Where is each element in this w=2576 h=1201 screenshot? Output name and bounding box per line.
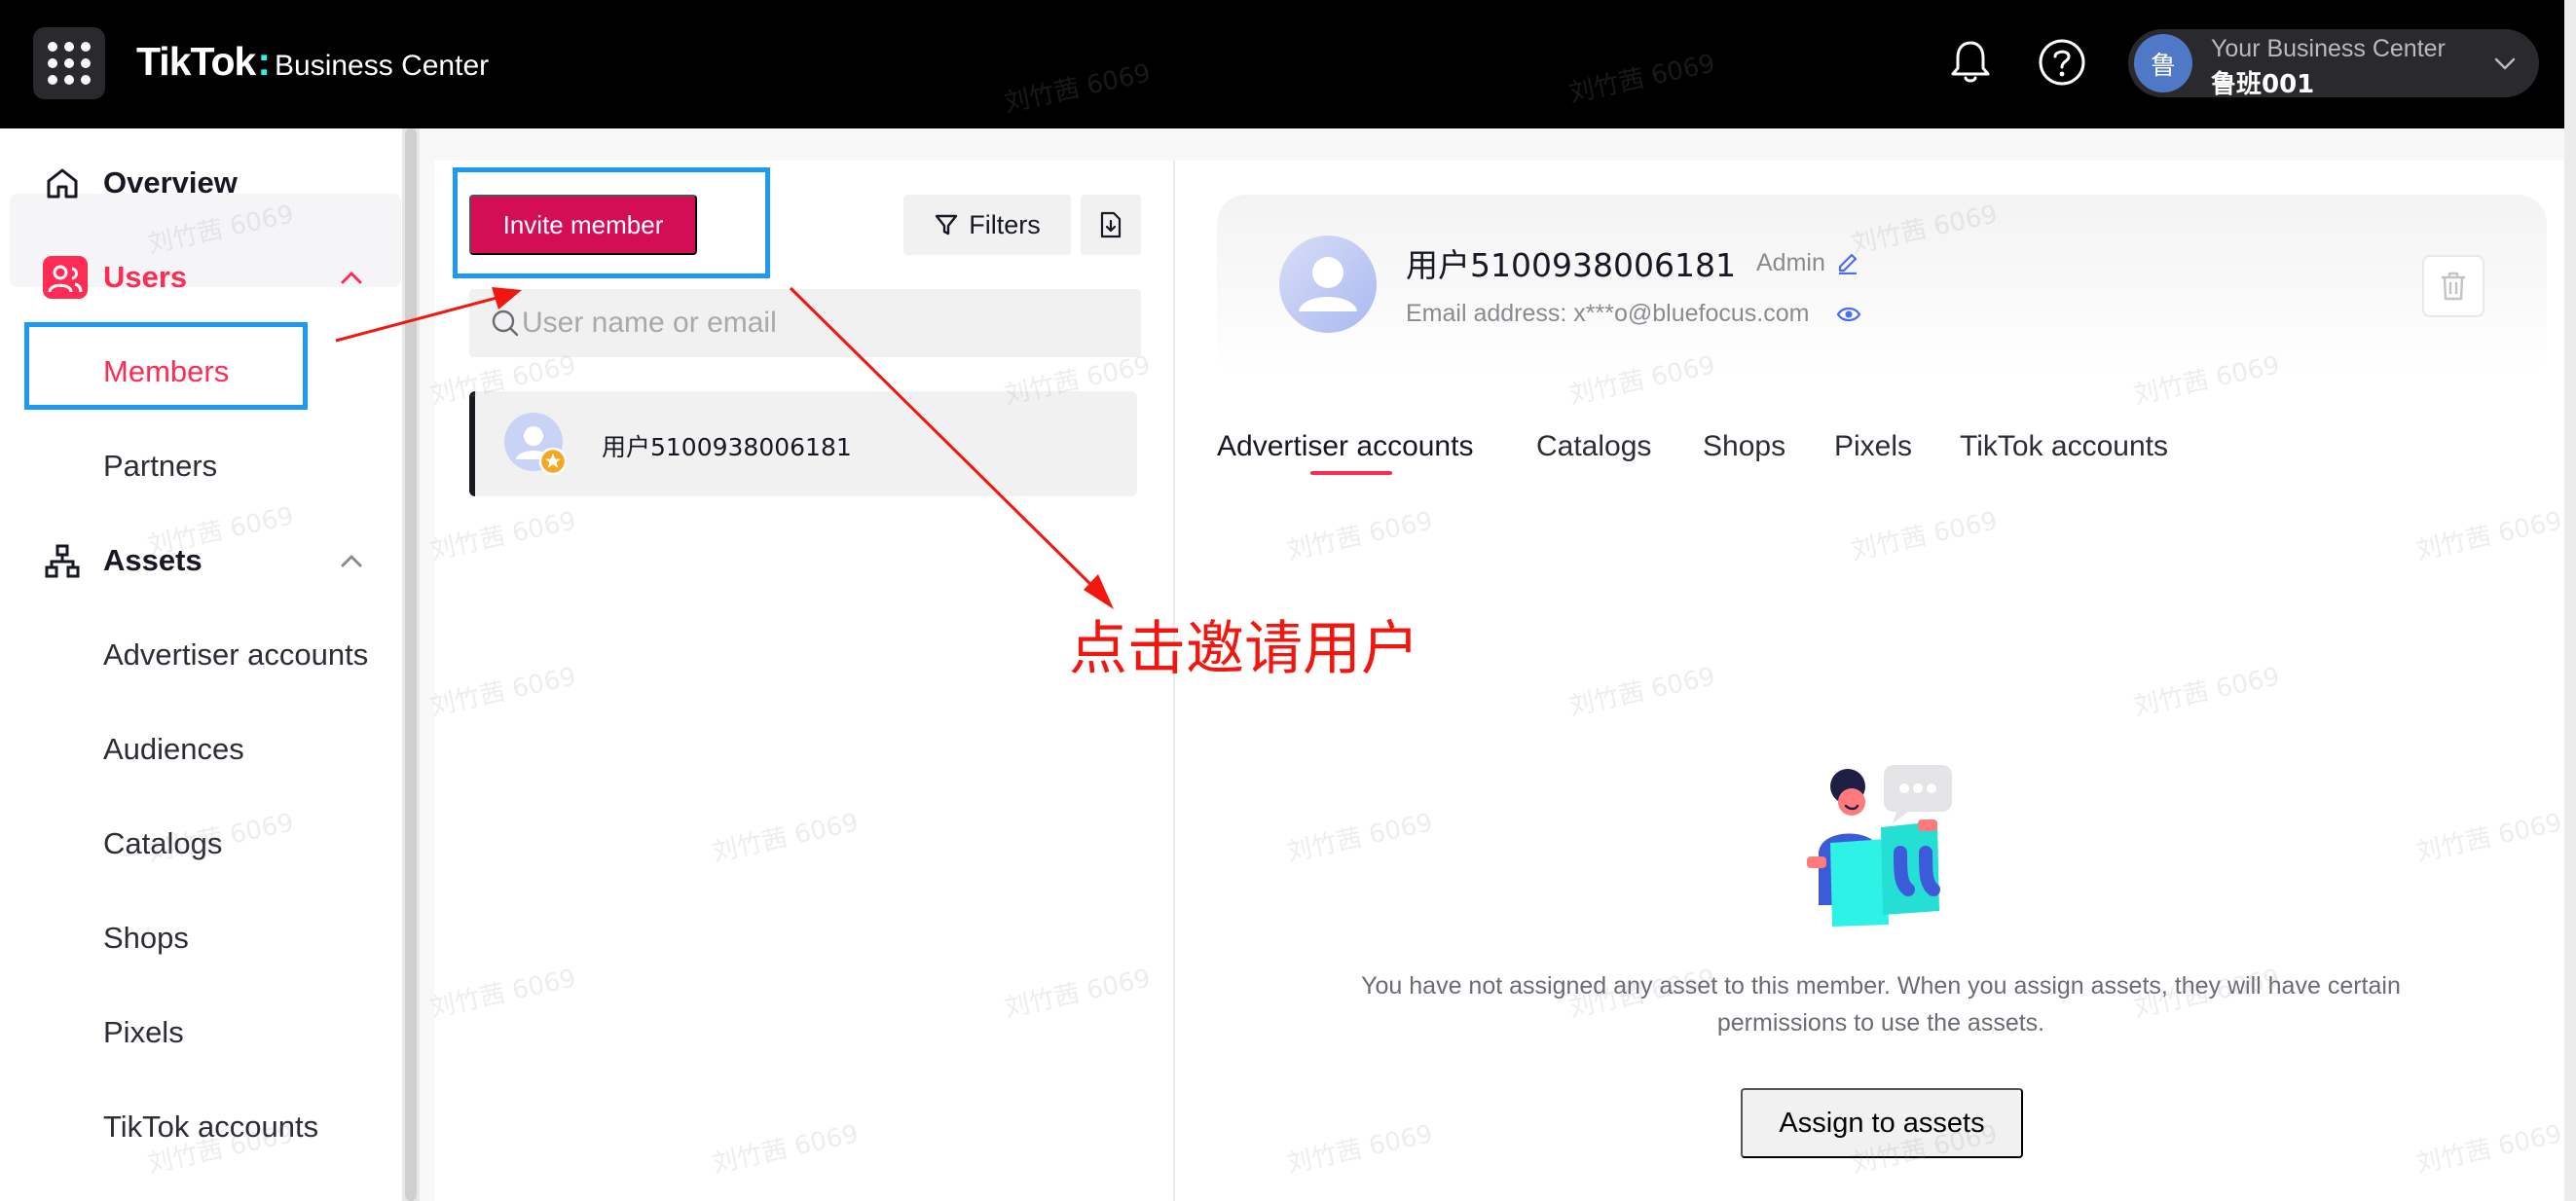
show-email-eye-icon[interactable]: [1836, 305, 1861, 324]
sidebar-item-label: Assets: [103, 543, 202, 577]
member-name: 用户5100938006181: [602, 433, 852, 461]
annotation-text: 点击邀请用户: [1069, 615, 1419, 683]
sidebar-item-label: Shops: [103, 921, 189, 955]
filters-button[interactable]: Filters: [903, 195, 1071, 255]
sidebar-item-label: TikTok accounts: [103, 1110, 319, 1144]
empty-state-illustration: [1807, 765, 1952, 927]
sidebar-item-label: Users: [103, 260, 188, 294]
member-profile-avatar: [1279, 236, 1377, 333]
brand-dot: :: [257, 39, 272, 84]
chevron-down-icon: [2494, 57, 2516, 70]
account-name: 鲁班001: [2211, 70, 2315, 99]
business-center-switcher[interactable]: 鲁 Your Business Center 鲁班001: [2128, 29, 2539, 99]
sidebar-item-assets[interactable]: Assets: [0, 522, 401, 600]
page-scrollbar[interactable]: [2564, 0, 2576, 1201]
sidebar-item-users[interactable]: Users: [0, 238, 401, 316]
sidebar-item-overview[interactable]: Overview: [0, 144, 401, 222]
chevron-up-icon[interactable]: [339, 549, 364, 574]
sidebar-item-label: Catalogs: [103, 826, 223, 860]
home-icon: [47, 168, 78, 199]
sidebar-item-pixels[interactable]: Pixels: [0, 994, 401, 1072]
sidebar-item-shops[interactable]: Shops: [0, 899, 401, 977]
sidebar-item-partners[interactable]: Partners: [0, 427, 401, 505]
assign-to-assets-button[interactable]: Assign to assets: [1741, 1088, 2023, 1158]
tiktok-business-center-logo[interactable]: TikTok : Business Center: [136, 39, 489, 88]
search-input[interactable]: [522, 289, 1125, 357]
scrollbar-thumb[interactable]: [405, 128, 417, 1201]
remove-member-button[interactable]: [2422, 255, 2484, 317]
sidebar-item-label: Advertiser accounts: [103, 637, 369, 672]
sidebar-item-catalogs[interactable]: Catalogs: [0, 805, 401, 883]
export-button[interactable]: [1081, 195, 1141, 255]
tab-advertiser-accounts[interactable]: Advertiser accounts: [1217, 430, 1473, 463]
sitemap-icon: [45, 544, 80, 578]
member-avatar: [504, 413, 567, 475]
tab-catalogs[interactable]: Catalogs: [1536, 430, 1651, 463]
tab-shops[interactable]: Shops: [1703, 430, 1785, 463]
chevron-up-icon[interactable]: [339, 266, 364, 291]
member-profile-card: [1217, 195, 2547, 380]
sidebar-item-label: Partners: [103, 449, 218, 483]
filter-icon: [936, 214, 958, 236]
member-email: Email address: x***o@bluefocus.com: [1406, 300, 1810, 327]
member-role: Admin: [1756, 249, 1825, 276]
tab-tiktok-accounts[interactable]: TikTok accounts: [1960, 430, 2168, 463]
top-bar: TikTok : Business Center 鲁 Your Business…: [0, 0, 2564, 128]
sidebar-item-tiktok-accounts[interactable]: TikTok accounts: [0, 1088, 401, 1166]
member-list-item[interactable]: 用户5100938006181: [469, 391, 1137, 496]
export-file-icon: [1100, 211, 1122, 238]
app-launcher-icon[interactable]: [33, 27, 105, 99]
trash-icon: [2442, 272, 2465, 301]
product-name: Business Center: [275, 50, 490, 82]
brand-name: TikTok: [136, 39, 256, 84]
filters-label: Filters: [969, 209, 1041, 239]
empty-state-message: You have not assigned any asset to this …: [1361, 972, 2401, 1037]
sidebar-item-audiences[interactable]: Audiences: [0, 710, 401, 788]
annotation-box-invite: [453, 167, 770, 278]
annotation-box-members: [24, 322, 308, 410]
member-search: [469, 289, 1141, 357]
tab-pixels[interactable]: Pixels: [1834, 430, 1912, 463]
member-profile-name: 用户5100938006181: [1406, 246, 1736, 284]
help-icon[interactable]: [2037, 37, 2087, 88]
search-icon: [492, 309, 519, 337]
active-tab-indicator: [1310, 471, 1392, 475]
account-title: Your Business Center: [2211, 35, 2446, 62]
account-avatar: 鲁: [2134, 34, 2192, 92]
users-icon: [48, 265, 83, 293]
sidebar-scrollbar[interactable]: [402, 128, 420, 1201]
sidebar-item-advertiser-accounts[interactable]: Advertiser accounts: [0, 616, 401, 694]
sidebar-item-label: Overview: [103, 165, 238, 200]
edit-icon[interactable]: [1836, 249, 1859, 274]
sidebar-item-label: Audiences: [103, 732, 244, 766]
sidebar-item-label: Pixels: [103, 1015, 184, 1049]
notification-bell-icon[interactable]: [1945, 37, 1996, 88]
